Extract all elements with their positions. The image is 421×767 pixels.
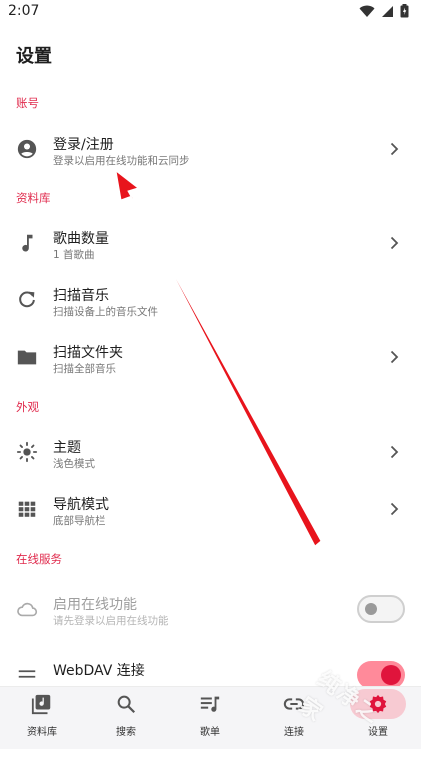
signal-icon [382, 5, 393, 17]
row-subtitle: 扫描全部音乐 [53, 363, 116, 375]
nav-label: 歌单 [200, 727, 220, 738]
row-nav-mode[interactable]: 导航模式 底部导航栏 [0, 481, 421, 537]
row-title: WebDAV 连接 [53, 663, 145, 679]
cloud-icon [17, 602, 38, 617]
row-login[interactable]: 登录/注册 登录以启用在线功能和云同步 [0, 121, 421, 177]
account-circle-icon [17, 139, 37, 159]
row-title: 主题 [53, 440, 81, 456]
row-scan-music[interactable]: 扫描音乐 扫描设备上的音乐文件 [0, 272, 421, 328]
row-title: 启用在线功能 [53, 597, 137, 613]
status-bar: 2:07 [0, 0, 421, 24]
chevron-right-icon [390, 445, 399, 459]
refresh-icon [19, 291, 35, 308]
row-title: 导航模式 [53, 497, 109, 513]
section-header-online: 在线服务 [16, 552, 62, 566]
wifi-icon [359, 5, 375, 17]
row-subtitle: 底部导航栏 [53, 515, 106, 527]
nav-label: 搜索 [116, 727, 136, 738]
row-scan-folder[interactable]: 扫描文件夹 扫描全部音乐 [0, 329, 421, 385]
chevron-right-icon [390, 236, 399, 250]
status-icons [359, 4, 409, 18]
row-title: 扫描文件夹 [53, 345, 123, 361]
toggle-knob [365, 603, 377, 615]
section-header-account: 账号 [16, 96, 39, 110]
nav-playlist[interactable]: 歌单 [168, 687, 252, 749]
playlist-icon [200, 696, 220, 712]
row-subtitle: 登录以启用在线功能和云同步 [53, 155, 190, 167]
battery-icon [400, 4, 409, 18]
nav-search[interactable]: 搜索 [84, 687, 168, 749]
section-header-library: 资料库 [16, 191, 51, 205]
row-title: 扫描音乐 [53, 288, 109, 304]
chevron-right-icon [390, 350, 399, 364]
folder-icon [17, 350, 37, 365]
toggle-knob [381, 665, 401, 685]
row-theme[interactable]: 主题 浅色模式 [0, 424, 421, 480]
music-note-icon [22, 234, 33, 252]
settings-icon [369, 694, 387, 714]
chevron-right-icon [390, 142, 399, 156]
grid-icon [18, 501, 36, 517]
row-online-features[interactable]: 启用在线功能 请先登录以启用在线功能 [0, 581, 421, 637]
swap-icon [18, 670, 36, 678]
section-header-appearance: 外观 [16, 400, 39, 414]
webdav-toggle[interactable] [357, 661, 405, 689]
chevron-right-icon [390, 502, 399, 516]
library-icon [31, 694, 51, 715]
status-time: 2:07 [8, 3, 40, 19]
row-subtitle: 请先登录以启用在线功能 [53, 615, 169, 627]
page-title: 设置 [16, 46, 52, 67]
row-title: 登录/注册 [53, 137, 114, 153]
row-subtitle: 浅色模式 [53, 458, 95, 470]
search-icon [117, 695, 136, 714]
nav-library[interactable]: 资料库 [0, 687, 84, 749]
row-title: 歌曲数量 [53, 231, 109, 247]
row-subtitle: 1 首歌曲 [53, 249, 95, 261]
online-features-toggle[interactable] [357, 595, 405, 623]
row-song-count[interactable]: 歌曲数量 1 首歌曲 [0, 215, 421, 271]
sun-icon [16, 441, 38, 463]
nav-label: 资料库 [27, 727, 57, 738]
row-subtitle: 扫描设备上的音乐文件 [53, 306, 158, 318]
